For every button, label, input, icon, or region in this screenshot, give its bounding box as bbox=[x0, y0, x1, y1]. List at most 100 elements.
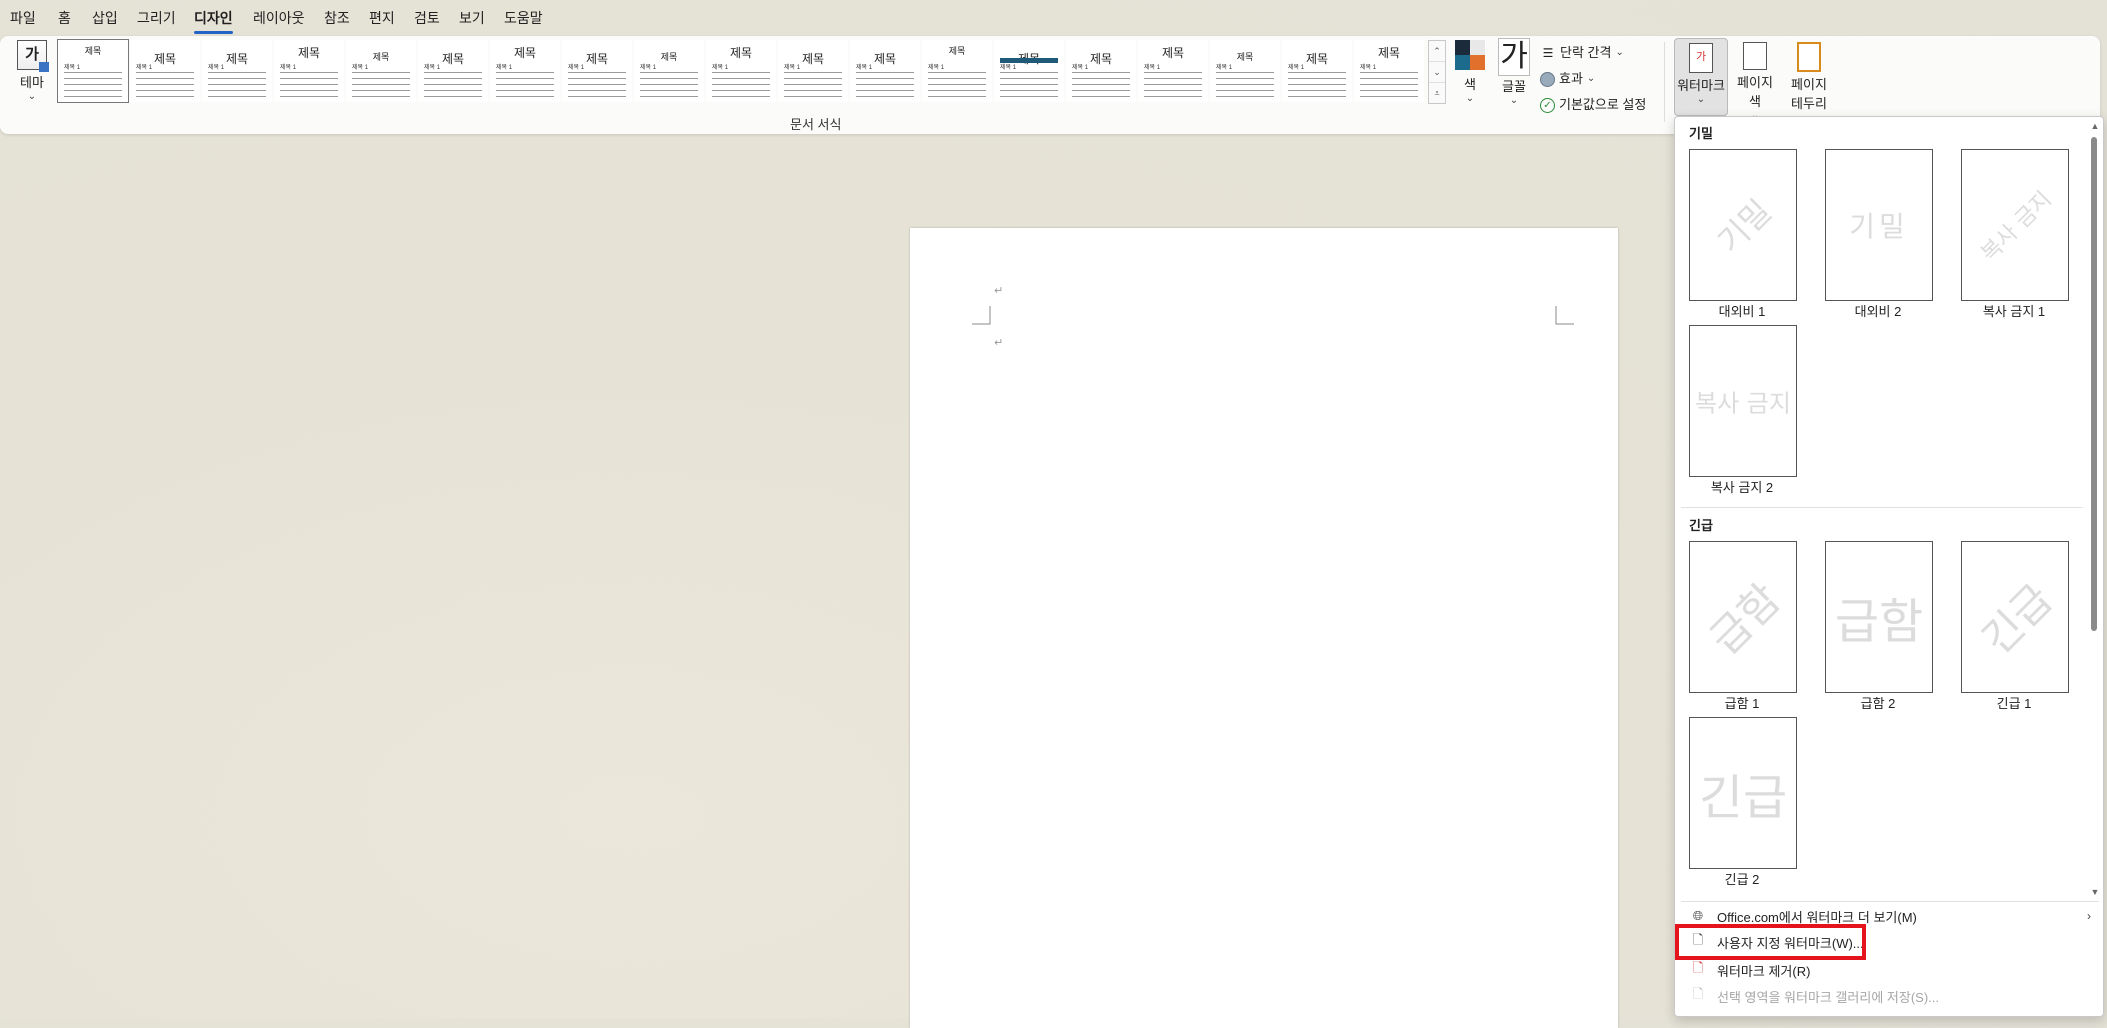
style-thumb-title: 제목 bbox=[729, 46, 753, 60]
style-thumb-text-line bbox=[496, 96, 554, 97]
style-thumb-text-line bbox=[1144, 96, 1202, 97]
scroll-down-icon[interactable]: ▼ bbox=[2089, 887, 2101, 901]
style-set-thumbnail[interactable]: 제목제목 1 bbox=[706, 40, 776, 102]
style-set-thumbnail[interactable]: 제목제목 1 bbox=[418, 40, 488, 102]
watermark-option-do-not-copy-1[interactable]: 복사 금지 bbox=[1961, 149, 2069, 301]
style-thumb-text-line bbox=[496, 78, 554, 79]
fonts-button[interactable]: 가 글꼴 ⌄ bbox=[1496, 38, 1532, 108]
style-set-thumbnail[interactable]: 제목제목 1 bbox=[202, 40, 272, 102]
tab-draw[interactable]: 그리기 bbox=[137, 8, 176, 28]
watermark-option-confidential-2[interactable]: 기밀 bbox=[1825, 149, 1933, 301]
crop-mark-left bbox=[972, 306, 991, 325]
style-thumb-text-line bbox=[928, 96, 986, 97]
tab-mailings[interactable]: 편지 bbox=[369, 8, 395, 28]
highlight-annotation-box bbox=[1675, 924, 1866, 960]
tab-help[interactable]: 도움말 bbox=[504, 8, 543, 28]
watermark-button[interactable]: 가 워터마크 ⌄ bbox=[1674, 38, 1728, 116]
style-thumb-text-line bbox=[1000, 96, 1058, 97]
style-thumb-text-line bbox=[280, 78, 338, 79]
style-thumb-bar bbox=[1000, 58, 1058, 63]
style-thumb-text-line bbox=[208, 90, 266, 91]
watermark-preview-text: 복사 금지 bbox=[1976, 186, 2057, 267]
page-borders-button[interactable]: 페이지 테두리 bbox=[1784, 38, 1834, 114]
watermark-preview-text: 기밀 bbox=[1710, 192, 1779, 261]
style-set-thumbnail[interactable]: 제목제목 1 bbox=[130, 40, 200, 102]
colors-label: 색 bbox=[1464, 77, 1476, 92]
tab-insert[interactable]: 삽입 bbox=[92, 8, 118, 28]
gallery-up-icon[interactable]: ⌃ bbox=[1429, 41, 1445, 62]
colors-button[interactable]: 색 ⌄ bbox=[1452, 40, 1488, 110]
watermark-caption: 급함 1 bbox=[1724, 696, 1760, 711]
color-swatch bbox=[1470, 40, 1485, 55]
chevron-down-icon: ⌄ bbox=[1696, 94, 1706, 105]
menu-bar: 파일 홈 삽입 그리기 디자인 레이아웃 참조 편지 검토 보기 도움말 bbox=[0, 0, 2107, 36]
ribbon-separator bbox=[1664, 42, 1665, 122]
style-thumb-text-line bbox=[1216, 84, 1274, 85]
gallery-down-icon[interactable]: ⌄ bbox=[1429, 62, 1445, 83]
tab-home[interactable]: 홈 bbox=[58, 8, 71, 28]
page-color-button[interactable]: 페이지 색 ⌄ bbox=[1730, 38, 1780, 121]
style-thumb-heading: 제목 1 bbox=[1144, 65, 1161, 71]
watermark-caption: 복사 금지 1 bbox=[1982, 304, 2046, 319]
style-thumb-text-line bbox=[136, 90, 194, 91]
style-thumb-text-line bbox=[352, 90, 410, 91]
tab-view[interactable]: 보기 bbox=[459, 8, 485, 28]
watermark-caption: 복사 금지 2 bbox=[1710, 480, 1774, 495]
watermark-caption: 급함 2 bbox=[1860, 696, 1896, 711]
gallery-more-icon[interactable]: ⩡ bbox=[1429, 83, 1445, 103]
style-thumb-text-line bbox=[136, 78, 194, 79]
style-thumb-text-line bbox=[1360, 96, 1418, 97]
style-set-thumbnail[interactable]: 제목제목 1 bbox=[1354, 40, 1424, 102]
tab-design[interactable]: 디자인 bbox=[194, 8, 233, 34]
style-set-thumbnail[interactable]: 제목제목 1 bbox=[57, 39, 129, 103]
style-thumb-heading: 제목 1 bbox=[856, 65, 873, 71]
watermark-option-asap-1[interactable]: 급함 bbox=[1689, 541, 1797, 693]
remove-watermark-item[interactable]: 🗋 워터마크 제거(R) bbox=[1681, 957, 2091, 983]
page-color-icon bbox=[1743, 42, 1767, 70]
style-set-thumbnail[interactable]: 제목제목 1 bbox=[346, 40, 416, 102]
scroll-up-icon[interactable]: ▲ bbox=[2089, 121, 2101, 135]
style-thumb-text-line bbox=[1216, 90, 1274, 91]
watermark-caption: 긴급 2 bbox=[1724, 872, 1760, 887]
style-thumb-text-line bbox=[1072, 90, 1130, 91]
style-set-thumbnail[interactable]: 제목제목 1 bbox=[778, 40, 848, 102]
document-page[interactable]: ↵ ↵ bbox=[910, 228, 1618, 1028]
watermark-option-urgent-2[interactable]: 긴급 bbox=[1689, 717, 1797, 869]
style-thumb-text-line bbox=[352, 84, 410, 85]
style-thumb-text-line bbox=[280, 84, 338, 85]
style-set-thumbnail[interactable]: 제목제목 1 bbox=[634, 40, 704, 102]
remove-watermark-label: 워터마크 제거(R) bbox=[1717, 963, 1811, 979]
tab-references[interactable]: 참조 bbox=[324, 8, 350, 28]
themes-button[interactable]: 가 테마 ⌄ bbox=[12, 40, 52, 110]
style-thumb-text-line bbox=[856, 72, 914, 73]
style-set-thumbnail[interactable]: 제목제목 1 bbox=[1066, 40, 1136, 102]
style-set-thumbnail[interactable]: 제목제목 1 bbox=[274, 40, 344, 102]
style-thumb-text-line bbox=[712, 72, 770, 73]
style-thumb-text-line bbox=[64, 90, 122, 91]
watermark-option-urgent-1[interactable]: 긴급 bbox=[1961, 541, 2069, 693]
watermark-icon: 가 bbox=[1689, 43, 1713, 73]
watermark-preview-text: 기밀 bbox=[1849, 210, 1909, 243]
dropdown-scrollbar[interactable]: ▲ ▼ bbox=[2089, 121, 2101, 901]
style-thumb-text-line bbox=[64, 84, 122, 85]
style-set-thumbnail[interactable]: 제목제목 1 bbox=[1282, 40, 1352, 102]
style-set-thumbnail[interactable]: 제목제목 1 bbox=[1210, 40, 1280, 102]
style-set-thumbnail[interactable]: 제목제목 1 bbox=[850, 40, 920, 102]
style-set-thumbnail[interactable]: 제목제목 1 bbox=[490, 40, 560, 102]
style-set-thumbnail[interactable]: 제목제목 1 bbox=[562, 40, 632, 102]
tab-file[interactable]: 파일 bbox=[10, 8, 36, 28]
paragraph-spacing-button[interactable]: ☰ 단락 간격 ⌄ bbox=[1540, 40, 1660, 66]
scrollbar-thumb[interactable] bbox=[2091, 137, 2097, 631]
style-set-thumbnail[interactable]: 제목제목 1 bbox=[1138, 40, 1208, 102]
effects-button[interactable]: 효과 ⌄ bbox=[1540, 66, 1660, 92]
watermark-option-confidential-1[interactable]: 기밀 bbox=[1689, 149, 1797, 301]
watermark-option-do-not-copy-2[interactable]: 복사 금지 bbox=[1689, 325, 1797, 477]
style-thumb-text-line bbox=[64, 72, 122, 73]
set-default-button[interactable]: ✓ 기본값으로 설정 bbox=[1540, 92, 1660, 118]
watermark-option-asap-2[interactable]: 급함 bbox=[1825, 541, 1933, 693]
tab-layout[interactable]: 레이아웃 bbox=[253, 8, 305, 28]
tab-review[interactable]: 검토 bbox=[414, 8, 440, 28]
style-set-thumbnail[interactable]: 제목제목 1 bbox=[994, 40, 1064, 102]
style-set-thumbnail[interactable]: 제목제목 1 bbox=[922, 40, 992, 102]
chevron-down-icon: ⌄ bbox=[1615, 47, 1624, 58]
